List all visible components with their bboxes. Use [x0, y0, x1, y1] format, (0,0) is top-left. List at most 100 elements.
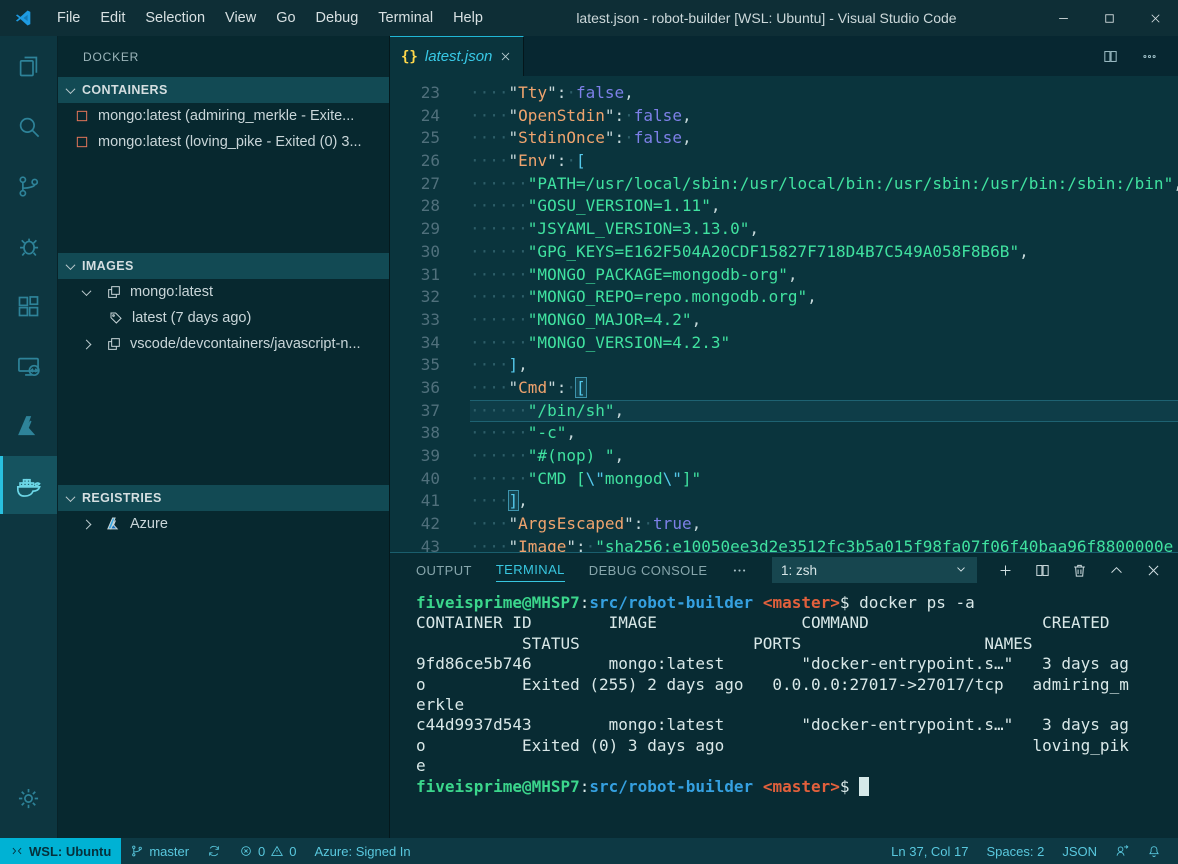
activity-search[interactable] [0, 96, 57, 156]
tab-close-icon[interactable] [499, 50, 512, 63]
menu-debug[interactable]: Debug [306, 0, 369, 36]
code-line-41[interactable]: 41····], [390, 490, 1178, 513]
activity-docker[interactable] [0, 456, 57, 514]
activity-remote-explorer[interactable] [0, 336, 57, 396]
code-line-37[interactable]: 37······"/bin/sh", [390, 400, 1178, 423]
menu-terminal[interactable]: Terminal [368, 0, 443, 36]
activity-manage[interactable] [0, 768, 57, 828]
code-line-40[interactable]: 40······"CMD [\"mongod\"]" [390, 468, 1178, 491]
code-line-25[interactable]: 25····"StdinOnce":·false, [390, 127, 1178, 150]
tree-item[interactable]: mongo:latest (admiring_merkle - Exite... [58, 103, 389, 129]
line-number: 33 [390, 309, 470, 332]
trash-icon[interactable] [1071, 562, 1088, 579]
section-registries: REGISTRIESAzure [58, 485, 389, 838]
panel-more-actions-icon[interactable] [731, 562, 748, 579]
line-number: 35 [390, 354, 470, 377]
code-line-35[interactable]: 35····], [390, 354, 1178, 377]
gear-icon [15, 785, 42, 812]
terminal-line: 9fd86ce5b746 mongo:latest "docker-entryp… [416, 654, 1178, 674]
status-bar: WSL: Ubuntumaster 00Azure: Signed In Ln 3… [0, 838, 1178, 864]
menu-selection[interactable]: Selection [135, 0, 215, 36]
close-icon[interactable] [1145, 562, 1162, 579]
chevron-down-icon[interactable] [74, 289, 98, 296]
menu-edit[interactable]: Edit [90, 0, 135, 36]
code-line-39[interactable]: 39······"#(nop) ", [390, 445, 1178, 468]
status-problems[interactable]: 00 [230, 838, 305, 864]
code-line-28[interactable]: 28······"GOSU_VERSION=1.11", [390, 195, 1178, 218]
code-line-30[interactable]: 30······"GPG_KEYS=E162F504A20CDF15827F71… [390, 241, 1178, 264]
vscode-window: FileEditSelectionViewGoDebugTerminalHelp… [0, 0, 1178, 864]
code-line-29[interactable]: 29······"JSYAML_VERSION=3.13.0", [390, 218, 1178, 241]
panel-tab-terminal[interactable]: TERMINAL [496, 558, 565, 582]
status-notifications[interactable] [1138, 838, 1170, 864]
status-remote[interactable]: WSL: Ubuntu [0, 838, 121, 864]
status-azure-account[interactable]: Azure: Signed In [306, 838, 420, 864]
chevron-right-icon[interactable] [74, 521, 98, 528]
line-number: 29 [390, 218, 470, 241]
search-icon [15, 113, 42, 140]
activity-extensions[interactable] [0, 276, 57, 336]
menu-file[interactable]: File [47, 0, 90, 36]
code-line-34[interactable]: 34······"MONGO_VERSION=4.2.3" [390, 332, 1178, 355]
window-close-button[interactable] [1132, 0, 1178, 36]
tree-item[interactable]: mongo:latest [58, 279, 389, 305]
bottom-panel: OUTPUT TERMINAL DEBUG CONSOLE 1: zsh fivei… [390, 552, 1178, 838]
code-line-31[interactable]: 31······"MONGO_PACKAGE=mongodb-org", [390, 264, 1178, 287]
tree-item[interactable]: vscode/devcontainers/javascript-n... [58, 331, 389, 357]
section-header-images[interactable]: IMAGES [58, 253, 389, 279]
menu-help[interactable]: Help [443, 0, 493, 36]
files-icon [15, 53, 42, 80]
tree-item[interactable]: Azure [58, 511, 389, 537]
section-header-containers[interactable]: CONTAINERS [58, 77, 389, 103]
code-line-36[interactable]: 36····"Cmd":·[ [390, 377, 1178, 400]
menu-go[interactable]: Go [266, 0, 305, 36]
terminal-line: o Exited (0) 3 days ago loving_pik [416, 736, 1178, 756]
chevron-right-icon[interactable] [74, 341, 98, 348]
status-language-mode[interactable]: JSON [1053, 838, 1106, 864]
activity-explorer[interactable] [0, 36, 57, 96]
tree-item[interactable]: latest (7 days ago) [58, 305, 389, 331]
azure-icon [15, 413, 42, 440]
status-indentation[interactable]: Spaces: 2 [978, 838, 1054, 864]
code-line-content: ······"MONGO_REPO=repo.mongodb.org", [470, 286, 1178, 309]
code-editor[interactable]: 23····"Tty":·false,24····"OpenStdin":·fa… [390, 76, 1178, 552]
panel-tab-debug-console[interactable]: DEBUG CONSOLE [589, 559, 708, 582]
split-editor-icon[interactable] [1034, 562, 1051, 579]
tab-latest-json[interactable]: {} latest.json [390, 36, 524, 76]
code-line-32[interactable]: 32······"MONGO_REPO=repo.mongodb.org", [390, 286, 1178, 309]
status-branch[interactable]: master [121, 838, 198, 864]
code-line-42[interactable]: 42····"ArgsEscaped":·true, [390, 513, 1178, 536]
code-line-33[interactable]: 33······"MONGO_MAJOR=4.2", [390, 309, 1178, 332]
maximize-icon [1102, 11, 1117, 26]
section-header-registries[interactable]: REGISTRIES [58, 485, 389, 511]
line-number: 30 [390, 241, 470, 264]
status-cursor-position[interactable]: Ln 37, Col 17 [882, 838, 977, 864]
terminal[interactable]: fiveisprime@MHSP7:src/robot-builder <mas… [390, 587, 1178, 838]
activity-azure[interactable] [0, 396, 57, 456]
code-line-24[interactable]: 24····"OpenStdin":·false, [390, 105, 1178, 128]
activity-debug[interactable] [0, 216, 57, 276]
tree-item-label: latest (7 days ago) [132, 310, 251, 326]
status-indentation-label: Spaces: 2 [987, 844, 1045, 859]
menu-view[interactable]: View [215, 0, 266, 36]
status-feedback[interactable] [1106, 838, 1138, 864]
terminal-select[interactable]: 1: zsh [772, 557, 977, 583]
split-editor-icon[interactable] [1102, 48, 1119, 65]
tree-item[interactable]: mongo:latest (loving_pike - Exited (0) 3… [58, 129, 389, 155]
code-line-27[interactable]: 27······"PATH=/usr/local/sbin:/usr/local… [390, 173, 1178, 196]
code-line-23[interactable]: 23····"Tty":·false, [390, 82, 1178, 105]
minimize-button[interactable] [1040, 0, 1086, 36]
bell-icon [1147, 844, 1161, 858]
chevron-up-icon[interactable] [1108, 562, 1125, 579]
code-line-43[interactable]: 43····"Image":·"sha256:e10050ee3d2e3512f… [390, 536, 1178, 552]
code-line-26[interactable]: 26····"Env":·[ [390, 150, 1178, 173]
tab-filename: latest.json [425, 48, 493, 65]
code-line-38[interactable]: 38······"-c", [390, 422, 1178, 445]
more-actions-icon[interactable] [1141, 48, 1158, 65]
panel-tab-output[interactable]: OUTPUT [416, 559, 472, 582]
terminal-line: erkle [416, 695, 1178, 715]
maximize-button[interactable] [1086, 0, 1132, 36]
activity-source-control[interactable] [0, 156, 57, 216]
plus-icon[interactable] [997, 562, 1014, 579]
status-sync[interactable] [198, 838, 230, 864]
